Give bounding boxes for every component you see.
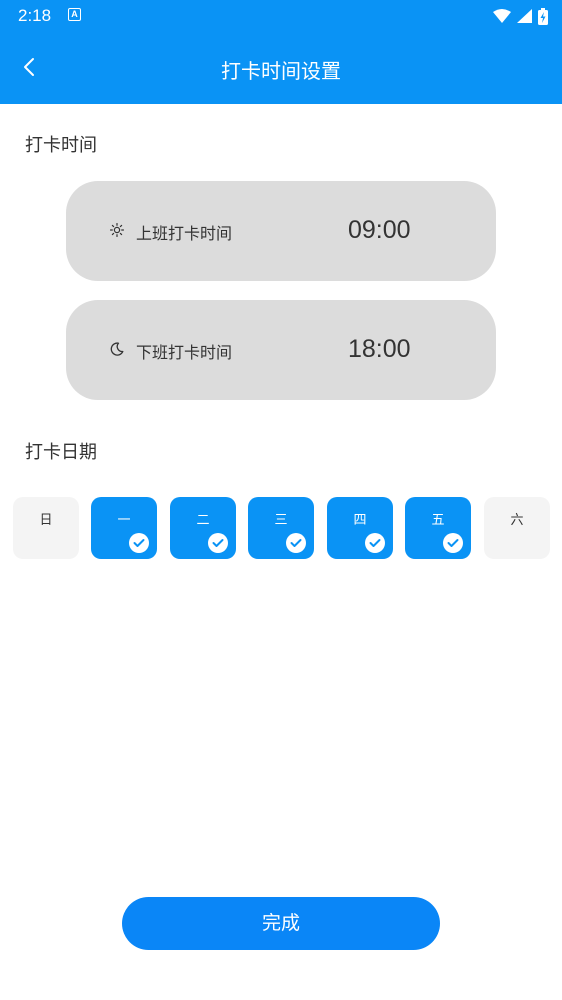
day-label: 三: [274, 513, 288, 528]
day-label: 一: [117, 513, 131, 528]
work-end-label: 下班打卡时间: [136, 343, 233, 362]
sun-icon: [108, 221, 126, 239]
status-time: 2:18: [18, 6, 52, 25]
day-thu[interactable]: 四: [327, 497, 393, 559]
day-label: 五: [431, 513, 445, 528]
day-label: 二: [196, 513, 210, 528]
wifi-icon: [493, 9, 511, 23]
day-fri[interactable]: 五: [405, 497, 471, 559]
day-mon[interactable]: 一: [91, 497, 157, 559]
day-sun[interactable]: 日: [13, 497, 79, 559]
day-wed[interactable]: 三: [248, 497, 314, 559]
check-icon: [286, 533, 306, 553]
weekday-selector: 日 一 二 三 四 五 六: [0, 497, 562, 559]
section-label-time: 打卡时间: [25, 135, 97, 156]
moon-icon: [108, 340, 126, 358]
day-label: 六: [510, 513, 524, 528]
work-start-label: 上班打卡时间: [136, 224, 233, 243]
page-title: 打卡时间设置: [221, 59, 341, 83]
check-icon: [208, 533, 228, 553]
notification-a-icon: A: [68, 8, 81, 21]
signal-icon: [517, 9, 532, 23]
status-bar: 2:18 A: [0, 0, 562, 32]
section-label-date: 打卡日期: [25, 442, 97, 463]
check-icon: [365, 533, 385, 553]
work-start-time: 09:00: [348, 216, 411, 244]
day-tue[interactable]: 二: [170, 497, 236, 559]
battery-charging-icon: [538, 7, 548, 25]
status-icons: [493, 6, 548, 26]
check-icon: [129, 533, 149, 553]
check-icon: [443, 533, 463, 553]
work-start-time-card[interactable]: 上班打卡时间 09:00: [66, 181, 496, 281]
day-label: 日: [39, 513, 53, 528]
day-label: 四: [353, 513, 367, 528]
day-sat[interactable]: 六: [484, 497, 550, 559]
work-end-time-card[interactable]: 下班打卡时间 18:00: [66, 300, 496, 400]
work-end-time: 18:00: [348, 335, 411, 363]
done-button[interactable]: 完成: [122, 897, 440, 950]
app-bar: 打卡时间设置: [0, 32, 562, 104]
